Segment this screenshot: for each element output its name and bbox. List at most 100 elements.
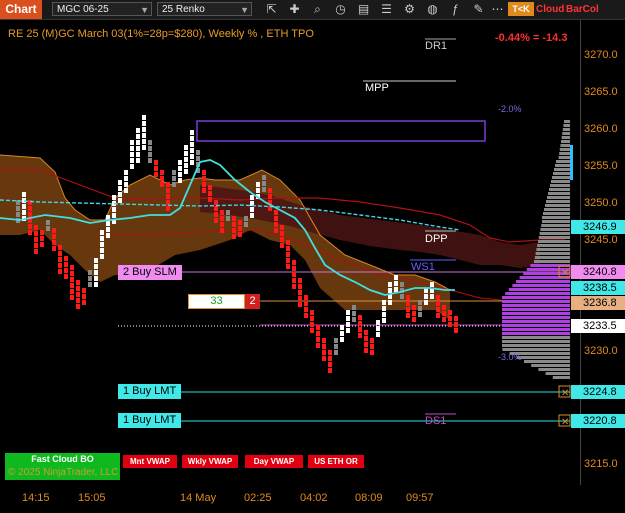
renko-brick (346, 316, 350, 321)
price-chart-panel[interactable]: ✕ ✕ ✕ (0, 20, 580, 485)
strategy-icon[interactable]: ⚙ (402, 2, 417, 17)
profile-row (550, 184, 570, 187)
renko-brick (382, 306, 386, 311)
cursor-icon[interactable]: ⇱ (264, 2, 279, 17)
profile-row (541, 224, 570, 227)
renko-brick (310, 322, 314, 327)
renko-brick (58, 251, 62, 256)
barcol-button[interactable]: BarCol (566, 2, 599, 17)
chart-tab[interactable]: Chart (0, 0, 42, 19)
renko-brick (124, 176, 128, 181)
renko-brick (244, 222, 248, 227)
us-eth-or-button[interactable]: US ETH OR (308, 455, 364, 468)
chart-canvas: ✕ ✕ ✕ (0, 38, 573, 428)
renko-brick (34, 249, 38, 254)
renko-brick (292, 284, 296, 289)
profile-row (556, 160, 570, 163)
renko-brick (202, 182, 206, 187)
renko-brick (322, 338, 326, 343)
bar-type-select[interactable]: 25 Renko ▼ (157, 2, 252, 16)
renko-brick (322, 356, 326, 361)
profile-row (558, 156, 570, 159)
renko-brick (34, 237, 38, 242)
profile-row (502, 296, 570, 299)
day-vwap-button[interactable]: Day VWAP (245, 455, 303, 468)
profile-row (508, 288, 570, 291)
renko-brick (400, 294, 404, 299)
renko-brick (172, 170, 176, 175)
renko-brick (34, 225, 38, 230)
renko-brick (346, 322, 350, 327)
position-count: 2 (245, 294, 260, 309)
buy-lmt-order-tag-1[interactable]: 1 Buy LMT (118, 384, 182, 399)
renko-brick (202, 176, 206, 181)
daily-change: -0.44% = -14.3 (495, 32, 568, 44)
renko-brick (154, 160, 158, 165)
time-icon[interactable]: ◷ (333, 2, 348, 17)
renko-brick (412, 305, 416, 310)
renko-brick (232, 234, 236, 239)
renko-brick (178, 166, 182, 171)
profile-row (502, 332, 570, 335)
renko-brick (52, 240, 56, 245)
tok-button[interactable]: T<K (508, 2, 534, 16)
renko-brick (70, 271, 74, 276)
crosshair-icon[interactable]: ✚ (287, 2, 302, 17)
renko-brick (214, 206, 218, 211)
renko-brick (298, 284, 302, 289)
renko-brick (298, 278, 302, 283)
renko-brick (88, 270, 92, 275)
renko-brick (94, 264, 98, 269)
renko-brick (310, 316, 314, 321)
x-tick: 14 May (180, 492, 217, 504)
renko-brick (262, 181, 266, 186)
profile-row (502, 308, 570, 311)
more-icon[interactable]: ⋯ (490, 2, 505, 17)
renko-brick (94, 258, 98, 263)
renko-brick (208, 197, 212, 202)
drawing-tools-icon[interactable]: ✎ (471, 2, 486, 17)
renko-brick (142, 121, 146, 126)
fast-cloud-bo-button[interactable]: Fast Cloud BO © 2025 NinjaTrader, LLC (5, 453, 120, 480)
template-icon[interactable]: ◍ (425, 2, 440, 17)
profile-row (502, 304, 570, 307)
zoom-icon[interactable]: ⌕ (310, 2, 325, 17)
renko-brick (100, 236, 104, 241)
position-qty[interactable]: 33 (188, 294, 245, 309)
renko-brick (112, 213, 116, 218)
renko-brick (172, 176, 176, 181)
renko-brick (340, 331, 344, 336)
buy-slm-order-tag[interactable]: 2 Buy SLM (118, 265, 182, 280)
data-box-icon[interactable]: ▤ (356, 2, 371, 17)
renko-brick (304, 313, 308, 318)
renko-brick (286, 246, 290, 251)
renko-brick (148, 146, 152, 151)
renko-brick (370, 338, 374, 343)
cloud-button[interactable]: Cloud (536, 2, 564, 17)
renko-brick (364, 336, 368, 341)
instrument-select[interactable]: MGC 06-25 ▼ (52, 2, 152, 16)
indicator-icon[interactable]: ƒ (448, 2, 463, 17)
renko-brick (148, 158, 152, 163)
renko-brick (328, 362, 332, 367)
renko-brick (322, 344, 326, 349)
wkly-vwap-button[interactable]: Wkly VWAP (182, 455, 238, 468)
profile-row (516, 280, 570, 283)
y-tick: 3255.0 (584, 160, 618, 172)
renko-brick (112, 207, 116, 212)
renko-brick (340, 325, 344, 330)
profile-row (548, 192, 570, 195)
renko-brick (388, 282, 392, 287)
profile-row (560, 144, 570, 147)
properties-icon[interactable]: ☰ (379, 2, 394, 17)
buy-lmt-order-tag-2[interactable]: 1 Buy LMT (118, 413, 182, 428)
renko-brick (334, 338, 338, 343)
renko-brick (316, 325, 320, 330)
renko-brick (202, 170, 206, 175)
profile-row (561, 136, 570, 139)
renko-brick (40, 242, 44, 247)
renko-brick (256, 182, 260, 187)
mnt-vwap-button[interactable]: Mnt VWAP (123, 455, 177, 468)
renko-brick (130, 140, 134, 145)
renko-brick (328, 350, 332, 355)
